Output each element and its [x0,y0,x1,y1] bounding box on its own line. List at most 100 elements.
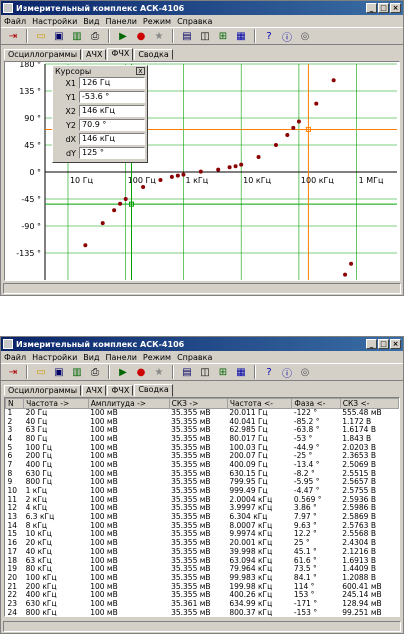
x-tick-label: 100 кГц [301,176,335,185]
maximize-button[interactable]: □ [378,339,389,349]
menu-panels[interactable]: Панели [106,17,137,26]
title-bar[interactable]: Измерительный комплекс АСК-4106 _ □ × [1,1,403,15]
print-icon[interactable]: ⎙ [87,365,103,379]
network-icon[interactable]: ⊞ [215,365,231,379]
cursor-dy-field[interactable]: 125 ° [79,147,145,159]
menu-settings[interactable]: Настройки [32,353,77,362]
data-point [118,201,123,206]
globe-icon[interactable]: ◎ [297,365,313,379]
table-row[interactable]: 7 400 Гц 100 мВ 35.355 мВ 400.09 Гц -13.4 ° 2.… [6,461,399,470]
menu-panels[interactable]: Панели [106,353,137,362]
document-icon[interactable]: ▦ [233,29,249,43]
data-point [291,125,296,130]
tab-phase[interactable]: ФЧХ [107,385,134,396]
chart-icon[interactable]: ▥ [69,365,85,379]
tab-oscillograms[interactable]: Осциллограммы [4,385,82,396]
tab-summary[interactable]: Сводка [134,49,173,60]
save-icon[interactable]: ▣ [51,29,67,43]
window-icon[interactable]: ◫ [197,365,213,379]
chart-icon[interactable]: ▥ [69,29,85,43]
menu-file[interactable]: Файл [4,353,26,362]
tab-amplitude[interactable]: АЧХ [82,385,107,396]
tab-summary[interactable]: Сводка [134,384,173,397]
info-icon[interactable]: ⓘ [279,29,295,44]
exit-icon[interactable]: ⇥ [5,29,21,43]
cursors-dialog[interactable]: Курсоры x X1 126 Гц Y1 -53.6 ° X2 146 кГц Y… [52,65,148,163]
play-icon[interactable]: ▶ [115,29,131,43]
data-point [181,172,186,177]
minimize-button[interactable]: _ [366,3,377,13]
menu-view[interactable]: Вид [83,353,99,362]
cursor-x1-field[interactable]: 126 Гц [79,77,145,89]
close-icon[interactable]: x [136,67,145,75]
book-icon[interactable]: ▤ [179,365,195,379]
column-header[interactable]: Частота <- [226,398,293,409]
column-header[interactable]: Частота -> [23,398,89,409]
menu-settings[interactable]: Настройки [32,17,77,26]
stop-icon[interactable]: ● [133,365,149,379]
menu-view[interactable]: Вид [83,17,99,26]
close-button[interactable]: × [390,339,401,349]
maximize-button[interactable]: □ [378,3,389,13]
tab-amplitude[interactable]: АЧХ [82,49,107,60]
table-row[interactable]: 1 20 Гц 100 мВ 35.355 мВ 20.011 Гц -122 ° 555.… [6,409,399,418]
menu-mode[interactable]: Режим [143,17,171,26]
menu-file[interactable]: Файл [4,17,26,26]
table-cell: 35.355 мВ [171,546,211,556]
table-cell: -171 ° [293,598,318,608]
table-row[interactable]: 23 630 кГц 100 мВ 35.361 мВ 634.99 кГц -171 °… [6,600,399,609]
print-icon[interactable]: ⎙ [87,29,103,43]
open-folder-icon[interactable]: ▭ [33,365,49,379]
table-row[interactable]: 24 800 кГц 100 мВ 35.355 мВ 800.37 кГц -153 °… [6,608,399,617]
window-icon[interactable]: ◫ [197,29,213,43]
table-cell: 7 [7,459,13,469]
save-icon[interactable]: ▣ [51,365,67,379]
table-row[interactable]: 4 80 Гц 100 мВ 35.355 мВ 80.017 Гц -53 ° 1.843… [6,435,399,444]
menu-help[interactable]: Справка [177,353,212,362]
star-icon[interactable]: ★ [151,29,167,43]
tab-oscillograms[interactable]: Осциллограммы [4,49,82,60]
info-icon[interactable]: ⓘ [279,365,295,380]
help-icon[interactable]: ? [261,29,277,43]
help-icon[interactable]: ? [261,365,277,379]
cursor-dx-field[interactable]: 146 кГц [79,133,145,145]
column-header[interactable]: Фаза <- [291,398,341,409]
open-folder-icon[interactable]: ▭ [33,29,49,43]
table-row[interactable]: 20 100 кГц 100 мВ 35.355 мВ 99.983 кГц 84.1 °… [6,574,399,583]
cursor-y2-field[interactable]: 70.9 ° [79,119,145,131]
app-icon [3,3,13,13]
tab-phase[interactable]: ФЧХ [107,48,134,61]
cursor-y1-field[interactable]: -53.6 ° [79,91,145,103]
table-cell: 400 Гц [25,459,53,469]
document-icon[interactable]: ▦ [233,365,249,379]
globe-icon[interactable]: ◎ [297,29,313,43]
menu-help[interactable]: Справка [177,17,212,26]
close-button[interactable]: × [390,3,401,13]
book-icon[interactable]: ▤ [179,29,195,43]
cursor-x1-label: X1 [65,78,76,88]
exit-icon[interactable]: ⇥ [5,365,21,379]
star-icon[interactable]: ★ [151,365,167,379]
cursor-x2-field[interactable]: 146 кГц [79,105,145,117]
table-cell: 80.017 Гц [229,433,268,443]
y-tick-label: -90 ° [21,222,41,231]
column-header[interactable]: N [4,398,25,409]
table-cell: 100 мВ [90,607,118,617]
network-icon[interactable]: ⊞ [215,29,231,43]
table-cell: -122 ° [293,408,318,418]
title-bar[interactable]: Измерительный комплекс АСК-4106 _ □ × [1,337,403,351]
data-point [227,165,232,170]
column-header[interactable]: СКЗ -> [168,398,228,409]
column-header[interactable]: Амплитуда -> [87,398,170,409]
column-header[interactable]: СКЗ <- [339,398,400,409]
cursor-dy-label: dY [66,148,76,158]
data-point [112,208,117,213]
minimize-button[interactable]: _ [366,339,377,349]
table-cell: 39.998 кГц [229,546,273,556]
menu-mode[interactable]: Режим [143,353,171,362]
play-icon[interactable]: ▶ [115,365,131,379]
data-point [314,101,319,106]
stop-icon[interactable]: ● [133,29,149,43]
table-row[interactable]: 17 40 кГц 100 мВ 35.355 мВ 39.998 кГц 45.1 ° 2… [6,546,399,557]
chart-panel[interactable]: 180 ° 135 ° 90 ° 45 ° 0 ° -45 ° -90 ° -135 ° 10 … [4,61,400,281]
